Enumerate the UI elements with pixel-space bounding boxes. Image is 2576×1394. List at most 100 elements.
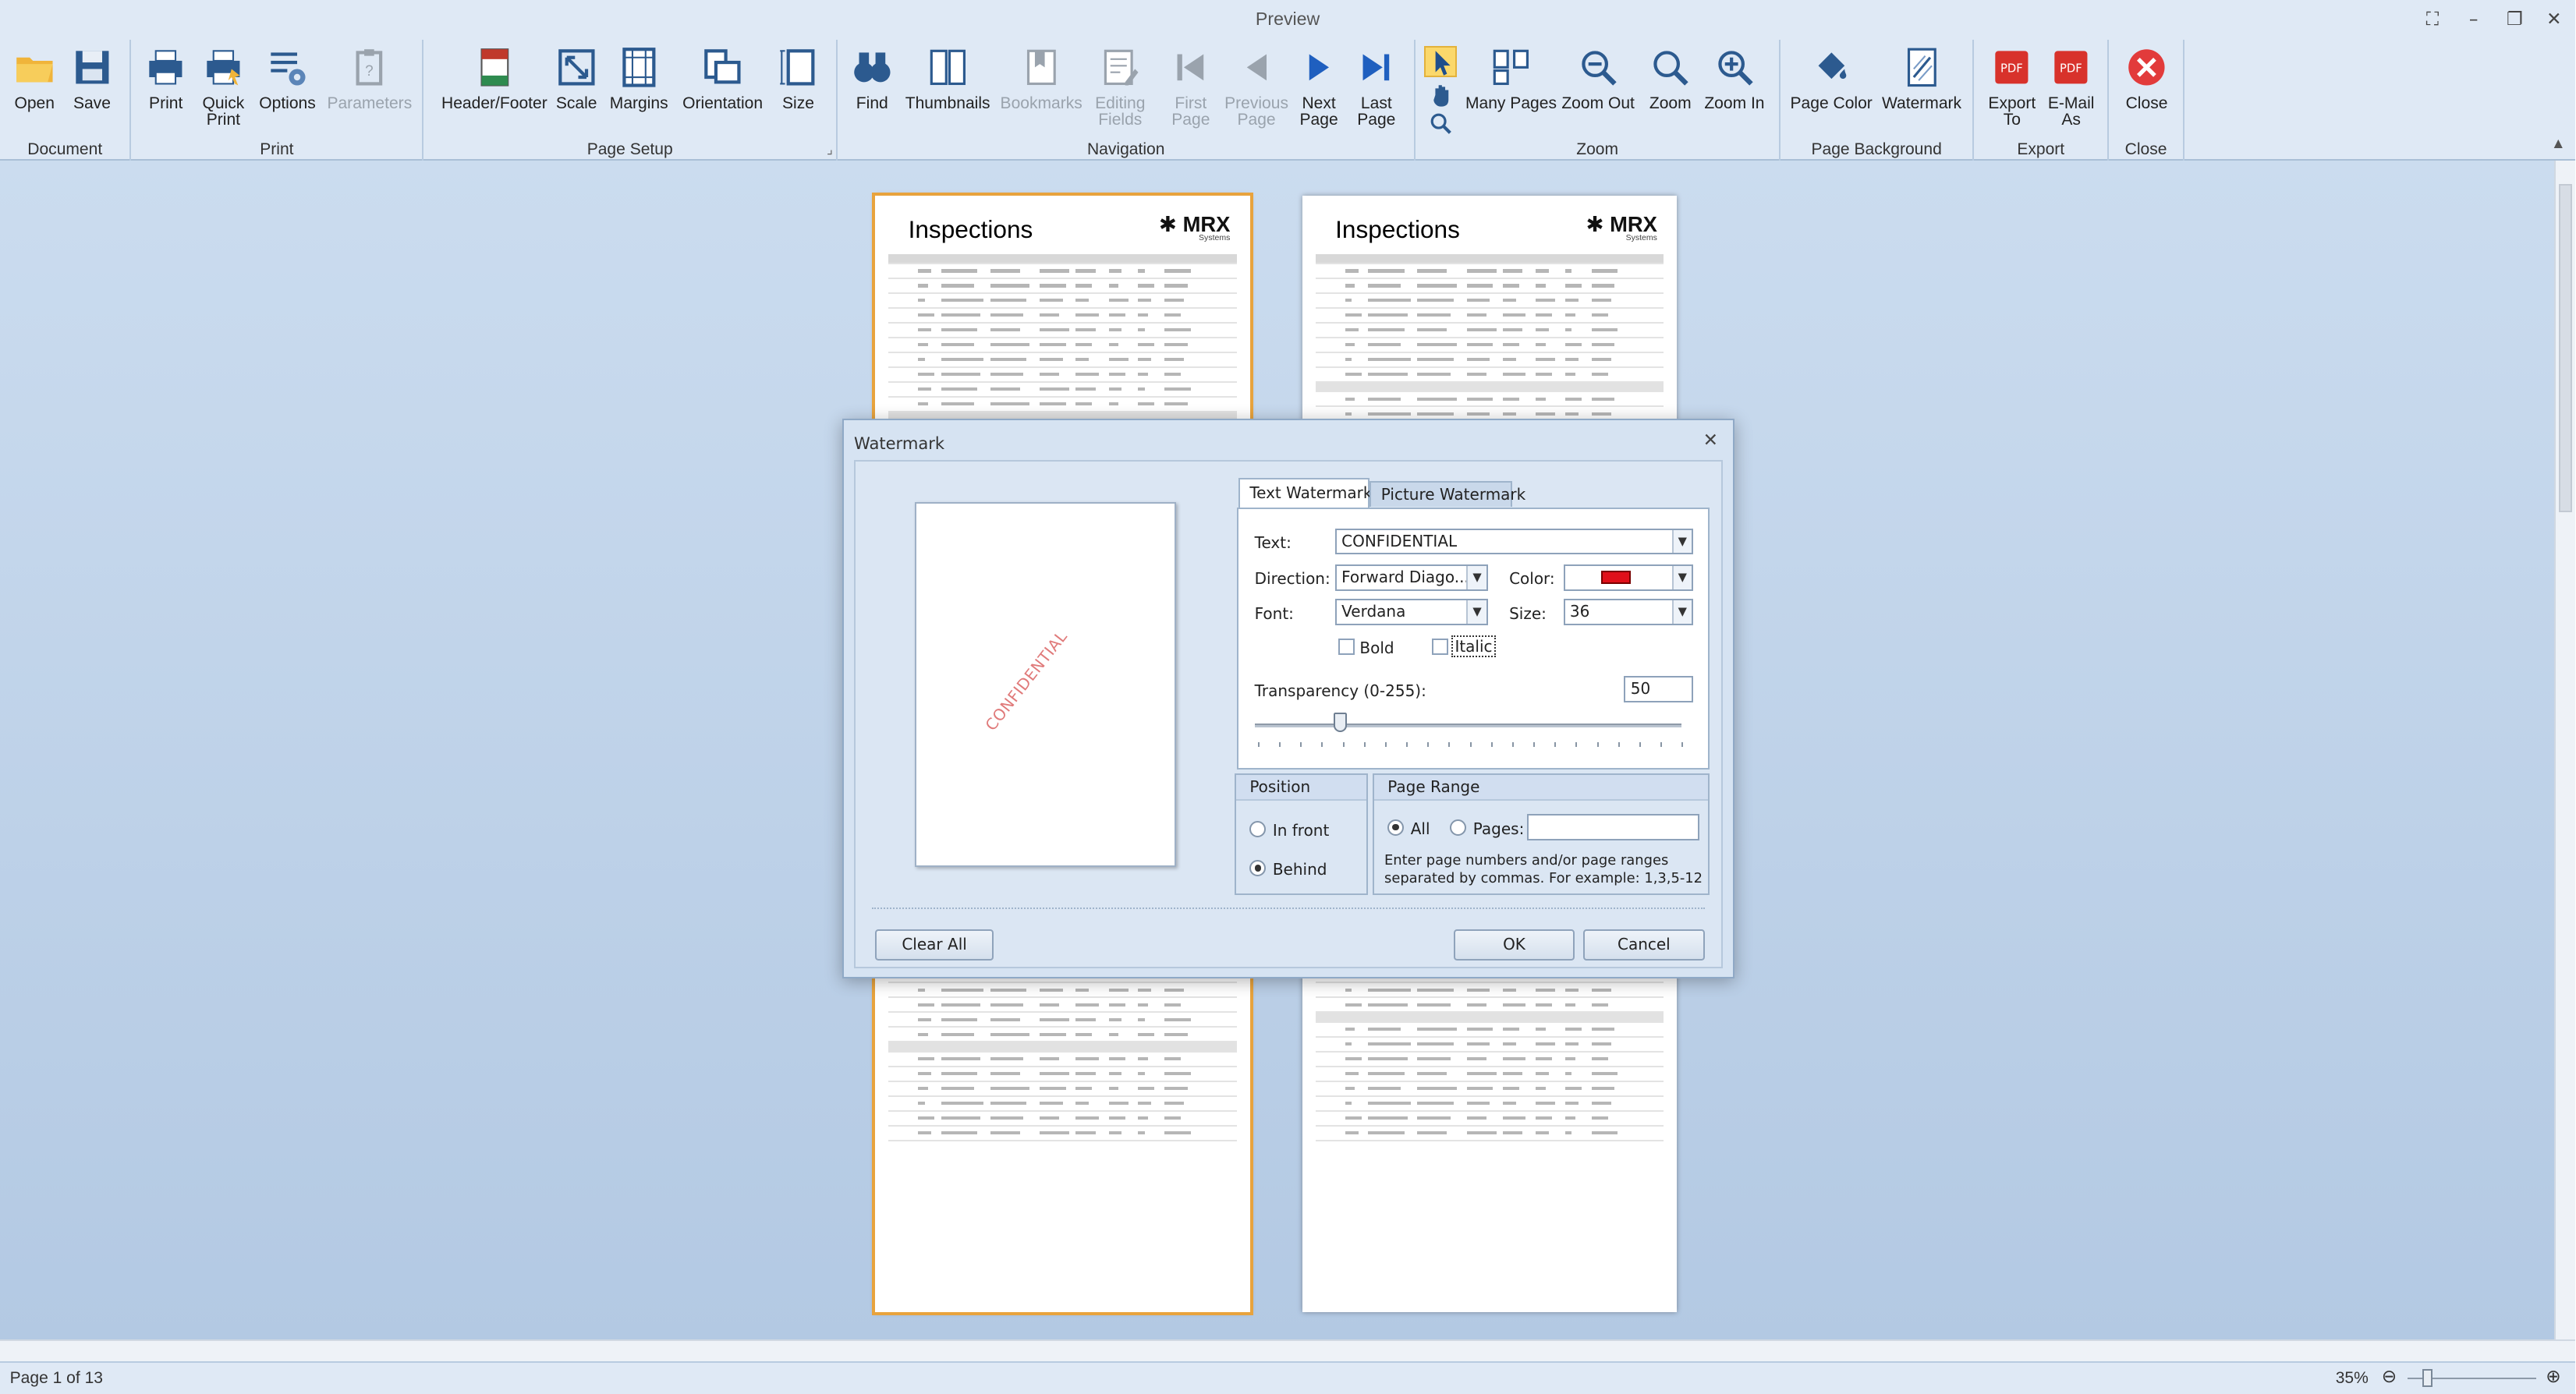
table-cell [1138, 358, 1152, 362]
chevron-down-icon[interactable]: ▼ [1671, 566, 1692, 589]
table-cell [990, 343, 1030, 347]
zoom-in-button[interactable]: Zoom In [1702, 46, 1767, 111]
chevron-down-icon[interactable]: ▼ [1671, 529, 1692, 554]
collapse-ribbon-icon[interactable]: ▲ [2551, 136, 2566, 153]
save-button[interactable]: Save [67, 46, 116, 111]
table-row [888, 1112, 1237, 1127]
zoom-tool[interactable] [1429, 111, 1455, 135]
print-button[interactable]: Print [141, 46, 190, 111]
pages-input[interactable] [1527, 814, 1700, 840]
table-cell [1466, 269, 1497, 273]
table-cell [1417, 1072, 1447, 1076]
many-pages-label: Many Pages [1465, 94, 1557, 113]
first-page-button[interactable]: First Page [1163, 46, 1219, 128]
slider-tick [1257, 741, 1260, 747]
chevron-down-icon[interactable]: ▼ [1466, 600, 1486, 624]
behind-radio[interactable] [1249, 860, 1267, 877]
scale-button[interactable]: Scale [555, 46, 598, 111]
group-page-background: Page Color Watermark Page Background [1781, 39, 1975, 161]
ok-button[interactable]: OK [1453, 929, 1575, 961]
close-preview-button[interactable]: Close [2119, 46, 2175, 111]
export-to-button[interactable]: PDF Export To [1984, 46, 2040, 128]
table-cell [941, 1003, 981, 1007]
table-cell [1075, 988, 1090, 992]
restore-icon[interactable]: ❐ [2496, 3, 2532, 36]
last-page-button[interactable]: Last Page [1350, 46, 1402, 128]
margins-button[interactable]: Margins [608, 46, 670, 111]
close-window-icon[interactable]: ✕ [2536, 3, 2572, 36]
hand-tool[interactable] [1429, 82, 1455, 108]
binoculars-icon [851, 46, 894, 89]
italic-checkbox[interactable] [1432, 638, 1449, 655]
chevron-down-icon[interactable]: ▼ [1466, 566, 1486, 589]
table-cell [1536, 284, 1546, 288]
table-cell [1138, 402, 1155, 406]
dialog-close-icon[interactable]: ✕ [1703, 430, 1718, 451]
table-cell [1040, 1130, 1069, 1135]
zoom-plus-icon[interactable]: ⊕ [2546, 1366, 2560, 1387]
tab-text-watermark[interactable]: Text Watermark [1238, 477, 1372, 509]
color-select[interactable]: ▼ [1563, 564, 1693, 591]
scroll-thumb[interactable] [2559, 183, 2572, 513]
horizontal-scrollbar[interactable] [0, 1339, 2576, 1361]
table-cell [990, 1101, 1027, 1106]
vertical-scrollbar[interactable] [2553, 161, 2576, 1340]
table-cell [1502, 1003, 1526, 1007]
zoom-minus-icon[interactable]: ⊖ [2382, 1366, 2397, 1387]
save-icon [71, 46, 114, 89]
thumbnails-button[interactable]: Thumbnails [903, 46, 992, 111]
pointer-tool[interactable] [1423, 45, 1457, 77]
size-button[interactable]: Size [775, 46, 821, 111]
parameters-button[interactable]: ? Parameters [325, 46, 414, 111]
text-combo[interactable]: CONFIDENTIAL ▼ [1334, 528, 1693, 555]
table-cell [1565, 1130, 1572, 1135]
orientation-button[interactable]: Orientation [680, 46, 766, 111]
page-color-button[interactable]: Page Color [1791, 46, 1873, 111]
in-front-radio[interactable] [1249, 820, 1267, 837]
table-cell [1108, 373, 1125, 377]
email-as-button[interactable]: PDF E-Mail As [2043, 46, 2099, 128]
direction-select[interactable]: Forward Diago... ▼ [1334, 564, 1488, 591]
zoom-button[interactable]: Zoom [1642, 46, 1699, 111]
minimize-icon[interactable]: – [2455, 3, 2491, 36]
clear-all-button[interactable]: Clear All [875, 929, 994, 961]
all-pages-radio[interactable] [1387, 819, 1405, 836]
dialog-launcher-icon[interactable]: ⌟ [827, 141, 833, 157]
tab-picture-watermark[interactable]: Picture Watermark [1369, 480, 1525, 508]
size-label: Size: [1509, 603, 1547, 623]
table-row [888, 279, 1237, 294]
slider-tick [1533, 741, 1536, 747]
font-select[interactable]: Verdana ▼ [1334, 599, 1488, 626]
transparency-slider-thumb[interactable] [1333, 712, 1347, 732]
quick-print-button[interactable]: Quick Print [197, 46, 250, 128]
table-cell [941, 328, 978, 332]
many-pages-button[interactable]: Many Pages [1465, 46, 1557, 111]
group-page-setup: Header/Footer Scale Margins Orientation … [423, 39, 838, 161]
next-page-button[interactable]: Next Page [1295, 46, 1344, 128]
bookmarks-button[interactable]: Bookmarks [998, 46, 1084, 111]
table-cell [1075, 1003, 1099, 1007]
transparency-slider[interactable] [1254, 724, 1682, 727]
table-cell [1345, 299, 1352, 303]
options-icon [266, 46, 309, 89]
transparency-input[interactable]: 50 [1624, 676, 1693, 702]
title-bar: Preview ⛶ – ❐ ✕ [0, 0, 2576, 40]
open-button[interactable]: Open [10, 46, 59, 111]
find-button[interactable]: Find [848, 46, 897, 111]
ribbon-options-icon[interactable]: ⛶ [2415, 3, 2450, 36]
size-select[interactable]: 36 ▼ [1563, 599, 1693, 626]
bold-checkbox[interactable] [1338, 638, 1355, 655]
previous-page-button[interactable]: Previous Page [1222, 46, 1291, 128]
header-footer-button[interactable]: Header/Footer [434, 46, 555, 111]
zoom-slider-thumb[interactable] [2422, 1369, 2432, 1388]
cancel-button[interactable]: Cancel [1582, 929, 1705, 961]
pages-radio[interactable] [1450, 819, 1467, 836]
watermark-button[interactable]: Watermark [1879, 46, 1965, 111]
hand-icon [1433, 85, 1449, 107]
slider-tick [1448, 741, 1451, 747]
chevron-down-icon[interactable]: ▼ [1671, 600, 1692, 624]
zoom-out-button[interactable]: Zoom Out [1561, 46, 1636, 111]
options-button[interactable]: Options [257, 46, 319, 111]
table-row [1315, 1067, 1664, 1082]
editing-fields-button[interactable]: Editing Fields [1087, 46, 1153, 128]
